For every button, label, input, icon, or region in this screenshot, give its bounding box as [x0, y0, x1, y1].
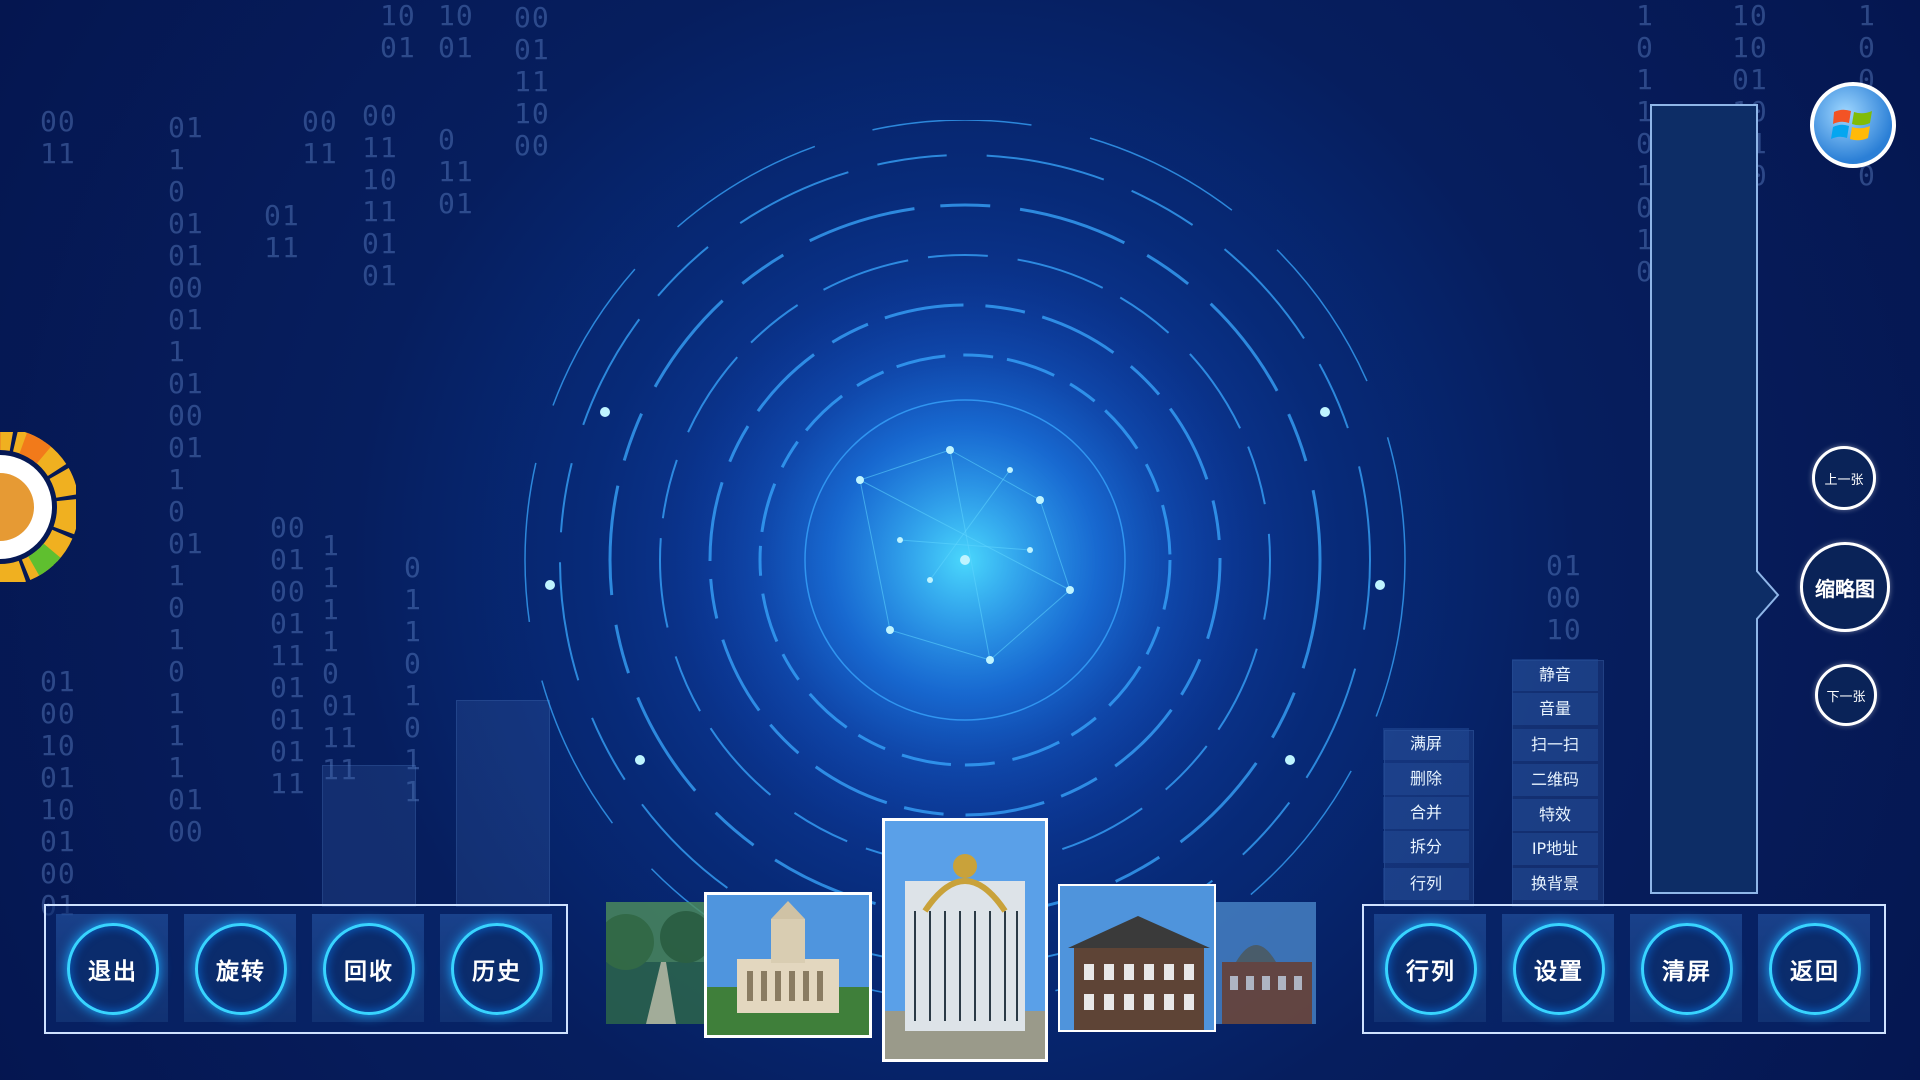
binary-column: 00 11 [40, 105, 76, 170]
photo-forest-path[interactable] [606, 902, 704, 1024]
toolbar-tile: 行列 [1374, 914, 1486, 1022]
thumbnail-panel[interactable] [1650, 104, 1758, 894]
photo-brick-building[interactable] [1058, 884, 1216, 1032]
binary-column: 10 01 [438, 0, 474, 64]
prev-image-button[interactable]: 上一张 [1812, 446, 1876, 510]
menu-item-qrcode[interactable]: 二维码 [1512, 764, 1598, 796]
settings-button[interactable]: 设置 [1513, 923, 1605, 1015]
photo-parliament-building[interactable] [704, 892, 872, 1038]
binary-column: 00 01 00 01 11 01 01 01 11 [270, 511, 306, 800]
binary-column: 01 1 0 01 01 00 01 1 01 00 01 1 0 01 1 0… [168, 111, 204, 848]
station-building-image [1216, 902, 1316, 1024]
photo-station-building[interactable] [1216, 902, 1316, 1024]
menu-item-scan[interactable]: 扫一扫 [1512, 729, 1598, 761]
color-wheel-icon[interactable] [0, 432, 76, 582]
toolbar-tile: 历史 [440, 914, 552, 1022]
toolbar-tile: 旋转 [184, 914, 296, 1022]
binary-column: 01 11 [264, 199, 300, 264]
menu-item-volume[interactable]: 音量 [1512, 693, 1598, 725]
windows-start-icon[interactable] [1810, 82, 1896, 168]
menu-item-merge[interactable]: 合并 [1383, 797, 1469, 829]
palace-gate-image [885, 821, 1045, 1059]
forest-path-image [606, 902, 704, 1024]
parliament-building-image [707, 895, 869, 1035]
toolbar-tile: 设置 [1502, 914, 1614, 1022]
menu-item-delete[interactable]: 删除 [1383, 763, 1469, 795]
binary-column: 00 11 10 11 01 01 [362, 99, 398, 292]
windows-logo-icon [1831, 109, 1872, 141]
exit-button[interactable]: 退出 [67, 923, 159, 1015]
background-bar [322, 765, 416, 907]
menu-item-effects[interactable]: 特效 [1512, 799, 1598, 831]
photo-palace-gate[interactable] [882, 818, 1048, 1062]
binary-column: 10 01 [380, 0, 416, 64]
toolbar-tile: 回收 [312, 914, 424, 1022]
toolbar-tile: 清屏 [1630, 914, 1742, 1022]
history-button[interactable]: 历史 [451, 923, 543, 1015]
left-toolbar: 退出 旋转 回收 历史 [44, 904, 568, 1034]
menu-item-rows-columns[interactable]: 行列 [1383, 868, 1469, 900]
binary-column: 01 00 10 01 10 01 00 01 [40, 665, 76, 922]
menu-item-mute[interactable]: 静音 [1512, 659, 1598, 691]
toolbar-tile: 返回 [1758, 914, 1870, 1022]
binary-column: 1 1 1 1 0 01 11 11 [322, 529, 358, 786]
thumbnail-panel-pointer [1756, 570, 1780, 620]
menu-item-fullscreen[interactable]: 满屏 [1383, 728, 1469, 760]
binary-column: 00 11 [302, 105, 338, 170]
toolbar-tile: 退出 [56, 914, 168, 1022]
brick-building-image [1060, 886, 1214, 1030]
recycle-button[interactable]: 回收 [323, 923, 415, 1015]
menu-item-ip-address[interactable]: IP地址 [1512, 833, 1598, 865]
rows-columns-button[interactable]: 行列 [1385, 923, 1477, 1015]
menu-item-split[interactable]: 拆分 [1383, 831, 1469, 863]
back-button[interactable]: 返回 [1769, 923, 1861, 1015]
right-toolbar: 行列 设置 清屏 返回 [1362, 904, 1886, 1034]
next-image-button[interactable]: 下一张 [1815, 664, 1877, 726]
thumbnail-button[interactable]: 缩略图 [1800, 542, 1890, 632]
binary-column: 01 00 10 [1546, 549, 1582, 646]
menu-item-change-background[interactable]: 换背景 [1512, 868, 1598, 900]
clear-screen-button[interactable]: 清屏 [1641, 923, 1733, 1015]
rotate-button[interactable]: 旋转 [195, 923, 287, 1015]
